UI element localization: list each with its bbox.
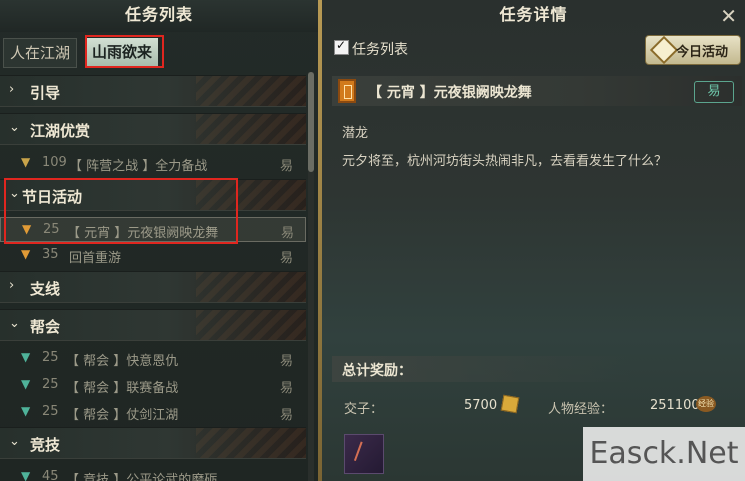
quest-row[interactable]: ▼ 25 【 帮会 】仗剑江湖 易: [0, 400, 306, 425]
show-quest-list-checkbox[interactable]: [334, 38, 349, 55]
category-ornament: [196, 180, 306, 210]
watermark: Easck.Net: [583, 427, 745, 481]
quest-level: 35: [42, 247, 59, 262]
category-label: 引导: [30, 84, 61, 102]
quest-difficulty: 易: [281, 226, 295, 241]
category-zhixian[interactable]: › 支线: [0, 271, 306, 303]
difficulty-badge: 易: [694, 81, 734, 103]
reward-label-jiaozi: 交子：: [344, 402, 384, 417]
quest-marker-icon: ▼: [21, 155, 31, 169]
quest-marker-icon: ▼: [21, 404, 31, 418]
category-label: 江湖优赏: [30, 122, 91, 140]
quest-level: 25: [42, 350, 59, 365]
category-banghui[interactable]: ⌄ 帮会: [0, 309, 306, 341]
chevron-down-icon: ⌄: [9, 316, 20, 331]
quest-difficulty: 易: [280, 381, 294, 396]
quest-difficulty: 易: [280, 251, 294, 266]
category-label: 竞技: [30, 436, 61, 454]
show-quest-list-label: 任务列表: [352, 42, 408, 58]
quest-level: 45: [42, 469, 59, 481]
quest-marker-icon: ▼: [21, 350, 31, 364]
category-yindao[interactable]: › 引导: [0, 75, 306, 107]
coin-icon: [500, 394, 520, 414]
category-ornament: [196, 272, 306, 302]
quest-marker-icon: ▼: [21, 247, 31, 261]
category-ornament: [196, 310, 306, 340]
quest-row[interactable]: ▼ 25 【 帮会 】快意恩仇 易: [0, 346, 306, 371]
category-label: 节日活动: [22, 188, 83, 206]
quest-detail-title: 任务详情: [499, 5, 568, 24]
close-icon[interactable]: ✕: [720, 4, 737, 28]
quest-row[interactable]: ▼ 45 【 竞技 】公平论武的磨砺: [0, 465, 306, 481]
today-activity-label: 今日活动: [676, 45, 729, 60]
rewards-header-label: 总计奖励：: [342, 363, 412, 379]
quest-scroll-icon: [338, 79, 356, 103]
category-jingji[interactable]: ⌄ 竞技: [0, 427, 306, 459]
quest-row[interactable]: ▼ 109 【 阵营之战 】全力备战 易: [0, 151, 306, 176]
quest-title: 【 元宵 】元夜银阙映龙舞: [368, 85, 532, 101]
reward-value-exp: 251100: [650, 398, 700, 413]
chevron-down-icon: ⌄: [9, 186, 20, 201]
chevron-right-icon: ›: [9, 82, 15, 97]
category-ornament: [196, 76, 306, 106]
quest-name: 【 竞技 】公平论武的磨砺: [66, 473, 218, 481]
category-label: 支线: [30, 280, 61, 298]
firework-item-icon[interactable]: [344, 434, 384, 474]
quest-row[interactable]: ▼ 35 回首重游 易: [0, 243, 306, 268]
quest-difficulty: 易: [280, 354, 294, 369]
exp-icon: 经验: [696, 396, 716, 412]
quest-name: 【 元宵 】元夜银阙映龙舞: [67, 226, 219, 241]
quest-difficulty: 易: [280, 159, 294, 174]
category-jieri-huodong[interactable]: ⌄ 节日活动: [0, 179, 306, 211]
category-ornament: [196, 428, 306, 458]
quest-marker-icon: ▼: [21, 469, 31, 481]
quest-name: 【 帮会 】快意恩仇: [66, 354, 179, 369]
quest-name: 【 帮会 】联赛备战: [66, 381, 179, 396]
quest-marker-icon: ▼: [21, 377, 31, 391]
quest-name: 回首重游: [69, 251, 122, 266]
quest-level: 25: [42, 377, 59, 392]
quest-description: 元夕将至，杭州河坊街头热闹非凡，去看看发生了什么？: [342, 154, 668, 169]
quest-list-title: 任务列表: [0, 0, 318, 32]
scrollbar-thumb[interactable]: [308, 72, 314, 172]
quest-title-bar: 【 元宵 】元夜银阙映龙舞 易: [332, 76, 742, 106]
quest-detail-panel: 任务详情 ✕ 任务列表 今日活动 【 元宵 】元夜银阙映龙舞 易 潜龙 元夕将至…: [322, 0, 745, 481]
quest-level: 25: [43, 222, 60, 237]
reward-label-exp: 人物经验：: [548, 402, 614, 417]
category-jianghu-youshang[interactable]: ⌄ 江湖优赏: [0, 113, 306, 145]
quest-marker-icon: ▼: [22, 222, 32, 236]
quest-level: 109: [42, 155, 67, 170]
quest-difficulty: 易: [280, 408, 294, 423]
today-activity-button[interactable]: 今日活动: [645, 35, 741, 65]
reward-value-jiaozi: 5700: [464, 398, 498, 413]
chevron-down-icon: ⌄: [9, 434, 20, 449]
quest-tabs: 人在江湖 山雨欲来: [0, 36, 318, 68]
category-label: 帮会: [30, 318, 61, 336]
quest-row[interactable]: ▼ 25 【 帮会 】联赛备战 易: [0, 373, 306, 398]
quest-row-selected[interactable]: ▼ 25 【 元宵 】元夜银阙映龙舞 易: [0, 217, 306, 242]
tab-ren-zai-jiang-hu[interactable]: 人在江湖: [3, 38, 78, 68]
category-ornament: [196, 114, 306, 144]
quest-name: 【 帮会 】仗剑江湖: [66, 408, 179, 423]
rewards-header: 总计奖励：: [332, 356, 632, 382]
quest-level: 25: [42, 404, 59, 419]
tab-shan-yu-yu-lai[interactable]: 山雨欲来: [86, 38, 159, 66]
diamond-icon: [649, 35, 679, 65]
chevron-right-icon: ›: [9, 278, 15, 293]
quest-subtitle: 潜龙: [342, 126, 369, 141]
quest-list-panel: 任务列表 人在江湖 山雨欲来 › 引导 ⌄ 江湖优赏 ▼ 109 【 阵营之战 …: [0, 0, 318, 481]
quest-name: 【 阵营之战 】全力备战: [69, 159, 208, 174]
chevron-down-icon: ⌄: [9, 120, 20, 135]
